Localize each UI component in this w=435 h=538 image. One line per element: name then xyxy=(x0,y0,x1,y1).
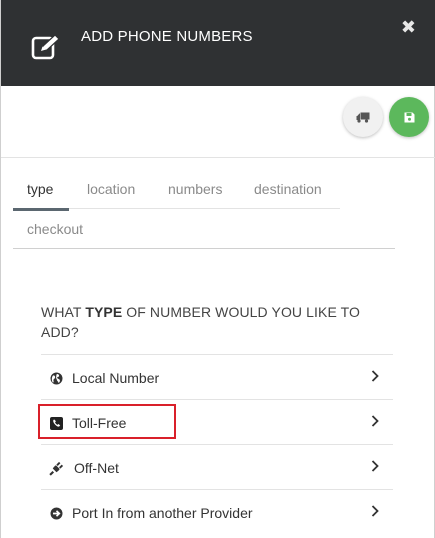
chevron-right-icon xyxy=(371,505,379,517)
globe-icon xyxy=(50,372,63,385)
shipping-icon xyxy=(356,112,370,123)
action-toolbar xyxy=(1,86,435,158)
phone-icon xyxy=(50,417,63,430)
tab-divider xyxy=(69,208,340,209)
option-label: Port In from another Provider xyxy=(72,505,253,521)
chevron-right-icon xyxy=(371,415,379,427)
option-off-net[interactable]: Off-Net xyxy=(41,444,393,489)
number-type-list: Local Number Toll-Free Off-Net Port In f… xyxy=(38,354,393,534)
option-label: Local Number xyxy=(72,370,160,386)
option-toll-free[interactable]: Toll-Free xyxy=(38,399,393,444)
panel-header: ADD PHONE NUMBERS ✖ xyxy=(1,0,435,86)
ship-button[interactable] xyxy=(343,97,383,137)
save-icon xyxy=(404,112,414,122)
save-button[interactable] xyxy=(389,97,429,137)
tab-numbers[interactable]: numbers xyxy=(168,181,222,197)
wizard-tabs: type location numbers destination checko… xyxy=(13,170,395,250)
tabs-bottom-divider xyxy=(13,248,395,249)
close-icon: ✖ xyxy=(400,17,416,37)
edit-icon xyxy=(31,34,60,60)
option-label: Toll-Free xyxy=(72,415,127,431)
option-local-number[interactable]: Local Number xyxy=(41,354,393,399)
question-emphasis: TYPE xyxy=(85,304,123,320)
plug-icon xyxy=(49,461,64,476)
tab-location[interactable]: location xyxy=(87,181,135,197)
add-phone-numbers-panel: ADD PHONE NUMBERS ✖ type location number… xyxy=(0,0,435,538)
tab-checkout[interactable]: checkout xyxy=(27,221,83,237)
number-type-question: WHAT TYPE OF NUMBER WOULD YOU LIKE TO AD… xyxy=(41,302,391,342)
tab-destination[interactable]: destination xyxy=(254,181,322,197)
option-port-in[interactable]: Port In from another Provider xyxy=(41,489,393,534)
chevron-right-icon xyxy=(371,460,379,472)
option-label: Off-Net xyxy=(74,460,119,476)
arrow-circle-right-icon xyxy=(50,507,63,520)
page-title: ADD PHONE NUMBERS xyxy=(81,28,253,45)
close-button[interactable]: ✖ xyxy=(401,18,416,36)
chevron-right-icon xyxy=(371,370,379,382)
question-prefix: WHAT xyxy=(41,304,86,320)
tab-type[interactable]: type xyxy=(27,181,53,197)
